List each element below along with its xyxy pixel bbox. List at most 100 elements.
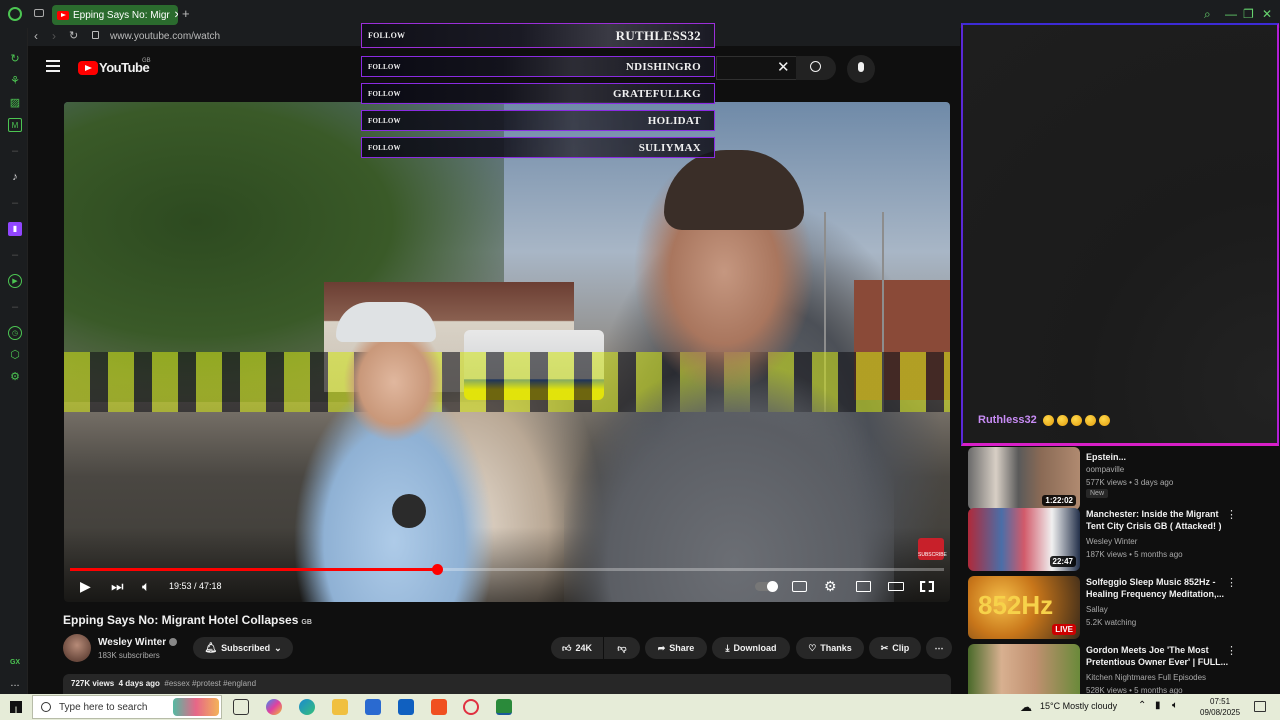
gx-corner-icon[interactable]: ▨ xyxy=(8,96,22,110)
tiktok-icon[interactable]: ♪ xyxy=(8,170,22,184)
recommended-channel[interactable]: oompaville xyxy=(1086,465,1124,474)
fullscreen-icon[interactable] xyxy=(920,581,934,592)
follow-alert-row: FOLLOW GRATEFULLKG xyxy=(361,83,715,104)
opera-gx-logo-icon[interactable] xyxy=(8,7,22,21)
task-view-icon[interactable] xyxy=(233,699,249,715)
taskbar-clock[interactable]: 07:51 09/08/2025 xyxy=(1200,696,1240,718)
recommended-title[interactable]: Gordon Meets Joe 'The Most Pretentious O… xyxy=(1086,644,1238,668)
flow-icon[interactable]: ⚘ xyxy=(8,74,22,88)
theater-mode-icon[interactable] xyxy=(888,582,904,591)
follower-name: SULIYMAX xyxy=(638,141,701,154)
settings-icon[interactable]: ⚙ xyxy=(824,578,837,595)
active-app-icon[interactable] xyxy=(496,699,512,715)
clip-label: Clip xyxy=(892,643,910,653)
video-thumbnail[interactable]: 1:22:02 xyxy=(968,447,1080,510)
opera-gx-taskbar-icon[interactable] xyxy=(463,699,479,715)
list-item[interactable]: 852Hz LIVE Solfeggio Sleep Music 852Hz -… xyxy=(968,576,1268,640)
divider-icon: – xyxy=(11,301,19,313)
volume-icon[interactable]: 🔈︎ xyxy=(142,578,150,595)
verified-icon xyxy=(169,638,178,647)
download-button[interactable]: ⤓ Download xyxy=(712,637,790,659)
tab-manager-icon[interactable] xyxy=(34,9,44,17)
thanks-button[interactable]: ♡ Thanks xyxy=(796,637,864,659)
video-thumbnail[interactable]: 22:47 xyxy=(968,508,1080,571)
outlook-icon[interactable] xyxy=(398,699,414,715)
weather-text[interactable]: 15°C Mostly cloudy xyxy=(1040,701,1117,711)
volume-tray-icon[interactable]: 🔈︎ xyxy=(1172,700,1178,711)
list-item[interactable]: 22:47 Manchester: Inside the Migrant Ten… xyxy=(968,508,1268,572)
copilot-icon[interactable] xyxy=(266,699,282,715)
subscribe-watermark[interactable]: SUBSCRIBE xyxy=(918,538,947,560)
more-options-icon[interactable]: ⋮ xyxy=(1226,576,1237,589)
tab-close-icon[interactable]: ✕ xyxy=(174,10,178,21)
subscribed-button[interactable]: 🔔︎ Subscribed ⌄ xyxy=(193,637,293,659)
recommended-title[interactable]: Epstein... xyxy=(1086,451,1238,463)
sidebar-more-icon[interactable]: ... xyxy=(8,676,22,690)
progress-scrubber[interactable] xyxy=(432,564,443,575)
brave-icon[interactable] xyxy=(431,699,447,715)
captions-icon[interactable] xyxy=(792,581,807,592)
extensions-icon[interactable]: ⬡ xyxy=(8,348,22,362)
refresh-sidebar-icon[interactable]: ↻ xyxy=(8,52,22,66)
description-box[interactable]: 727K views 4 days ago #essex #protest #e… xyxy=(63,674,951,694)
more-options-icon[interactable]: ⋮ xyxy=(1226,644,1237,657)
more-icon: ⋯ xyxy=(934,642,944,653)
url-field[interactable]: www.youtube.com/watch xyxy=(110,31,220,42)
history-icon[interactable]: ◷ xyxy=(8,326,22,340)
clear-search-icon[interactable]: ✕ xyxy=(777,58,790,76)
music-icon[interactable]: M xyxy=(8,118,22,132)
hashtags[interactable]: #essex #protest #england xyxy=(164,679,256,688)
dislike-button[interactable]: 👎︎ xyxy=(604,637,640,659)
laughing-emoji-icon xyxy=(1056,414,1068,426)
notifications-icon[interactable] xyxy=(1254,701,1266,712)
tray-chevron-icon[interactable]: ⌃ xyxy=(1138,700,1146,711)
settings-icon[interactable]: ⚙ xyxy=(8,370,22,384)
taskbar-search-input[interactable]: Type here to search xyxy=(32,695,222,719)
store-icon[interactable] xyxy=(365,699,381,715)
network-icon[interactable]: ▮ xyxy=(1155,700,1161,711)
recommended-channel[interactable]: Sallay xyxy=(1086,605,1108,614)
recommended-channel[interactable]: Wesley Winter xyxy=(1086,537,1137,546)
thanks-icon: ♡ xyxy=(808,642,817,653)
recommended-title[interactable]: Manchester: Inside the Migrant Tent City… xyxy=(1086,508,1238,532)
miniplayer-icon[interactable] xyxy=(856,581,871,592)
menu-icon[interactable] xyxy=(46,60,60,72)
more-actions-button[interactable]: ⋯ xyxy=(926,637,952,659)
list-item[interactable]: Gordon Meets Joe 'The Most Pretentious O… xyxy=(968,644,1268,694)
minimize-icon[interactable]: — xyxy=(1225,7,1237,21)
channel-name-text[interactable]: Wesley Winter xyxy=(98,637,166,648)
restore-icon[interactable]: ❐ xyxy=(1243,7,1254,21)
recommended-title[interactable]: Solfeggio Sleep Music 852Hz - Healing Fr… xyxy=(1086,576,1238,600)
file-explorer-icon[interactable] xyxy=(332,699,348,715)
list-item[interactable]: 1:22:02 Epstein... oompaville 577K views… xyxy=(968,447,1268,511)
close-window-icon[interactable]: ✕ xyxy=(1262,7,1272,21)
search-button[interactable] xyxy=(796,56,836,80)
share-button[interactable]: ➦ Share xyxy=(645,637,707,659)
next-icon[interactable]: ⏭ xyxy=(111,578,124,595)
clip-button[interactable]: ✂ Clip xyxy=(869,637,921,659)
video-thumbnail[interactable] xyxy=(968,644,1080,694)
voice-search-button[interactable] xyxy=(847,55,875,83)
avatar[interactable] xyxy=(63,634,91,662)
forward-icon[interactable]: › xyxy=(52,29,56,43)
search-icon[interactable]: ⌕ xyxy=(1204,7,1211,22)
browser-tab[interactable]: Epping Says No: Migr ✕ xyxy=(52,5,178,25)
recommended-meta: 577K views • 3 days ago xyxy=(1086,478,1174,487)
channel-name[interactable]: Wesley Winter xyxy=(98,637,178,648)
reload-icon[interactable]: ↻ xyxy=(69,29,78,42)
edge-icon[interactable] xyxy=(299,699,315,715)
player-icon[interactable]: ▶ xyxy=(8,274,22,288)
twitch-icon[interactable]: ▮ xyxy=(8,222,22,236)
video-player[interactable]: SUBSCRIBE xyxy=(64,102,950,602)
play-icon[interactable]: ▶ xyxy=(80,578,91,595)
youtube-logo-icon[interactable] xyxy=(78,61,98,75)
recommended-channel[interactable]: Kitchen Nightmares Full Episodes xyxy=(1086,673,1206,682)
like-button[interactable]: 👍︎ 24K xyxy=(551,637,603,659)
more-options-icon[interactable]: ⋮ xyxy=(1226,508,1237,521)
browser-sidebar: ↻ ⚘ ▨ M – ♪ – ▮ – ▶ – ◷ ⬡ ⚙ GX ... xyxy=(0,28,28,694)
back-icon[interactable]: ‹ xyxy=(34,29,38,43)
autoplay-toggle[interactable] xyxy=(755,581,778,592)
windows-start-icon[interactable] xyxy=(10,701,22,713)
video-thumbnail[interactable]: 852Hz LIVE xyxy=(968,576,1080,639)
new-tab-button[interactable]: + xyxy=(182,6,190,21)
